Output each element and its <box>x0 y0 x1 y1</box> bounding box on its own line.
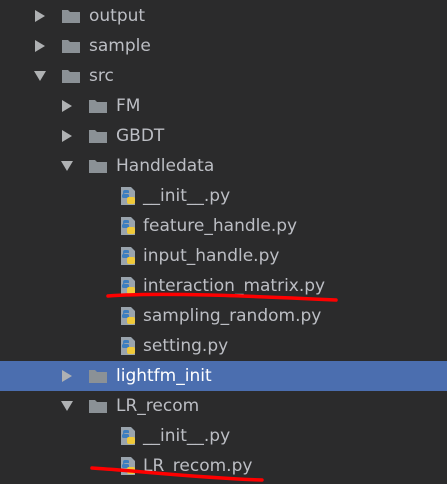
chevron-right-icon[interactable] <box>58 91 76 121</box>
tree-item-setting-py-11[interactable]: setting.py <box>0 331 447 361</box>
tree-item-label: Handledata <box>116 156 215 176</box>
chevron-right-icon[interactable] <box>31 31 49 61</box>
chevron-down-icon[interactable] <box>58 151 76 181</box>
tree-item-sample-1[interactable]: sample <box>0 31 447 61</box>
tree-item-label: output <box>89 6 146 26</box>
tree-item-gbdt-4[interactable]: GBDT <box>0 121 447 151</box>
python-file-icon <box>118 276 138 296</box>
python-file-icon <box>118 186 138 206</box>
tree-item-src-2[interactable]: src <box>0 61 447 91</box>
folder-icon <box>61 6 81 26</box>
tree-item-label: feature_handle.py <box>143 216 298 236</box>
python-file-icon <box>118 336 138 356</box>
tree-item-label: LR_recom.py <box>143 456 253 476</box>
tree-item-label: input_handle.py <box>143 246 280 266</box>
tree-item-label: sampling_random.py <box>143 306 322 326</box>
chevron-down-icon[interactable] <box>31 61 49 91</box>
python-file-icon <box>118 456 138 476</box>
tree-item-label: LR_recom <box>116 396 200 416</box>
python-file-icon <box>118 216 138 236</box>
tree-item-init-py-14[interactable]: __init__.py <box>0 421 447 451</box>
tree-item-label: GBDT <box>116 126 165 146</box>
tree-item-label: __init__.py <box>143 186 231 206</box>
folder-icon <box>88 396 108 416</box>
folder-icon <box>61 36 81 56</box>
python-file-icon <box>118 306 138 326</box>
tree-item-output-0[interactable]: output <box>0 1 447 31</box>
tree-item-label: setting.py <box>143 336 229 356</box>
tree-item-handledata-5[interactable]: Handledata <box>0 151 447 181</box>
tree-item-label: __init__.py <box>143 426 231 446</box>
folder-icon <box>88 96 108 116</box>
python-file-icon <box>118 246 138 266</box>
tree-item-lightfm-init-12[interactable]: lightfm_init <box>0 361 447 391</box>
tree-item-label: sample <box>89 36 151 56</box>
tree-item-fm-3[interactable]: FM <box>0 91 447 121</box>
tree-item-lr-recom-py-15[interactable]: LR_recom.py <box>0 451 447 481</box>
tree-item-sampling-random-py-10[interactable]: sampling_random.py <box>0 301 447 331</box>
tree-item-feature-handle-py-7[interactable]: feature_handle.py <box>0 211 447 241</box>
tree-item-label: FM <box>116 96 141 116</box>
chevron-right-icon[interactable] <box>58 361 76 391</box>
folder-icon <box>88 156 108 176</box>
tree-item-label: lightfm_init <box>116 366 212 386</box>
folder-icon <box>61 66 81 86</box>
tree-item-interaction-matrix-py-9[interactable]: interaction_matrix.py <box>0 271 447 301</box>
tree-item-init-py-6[interactable]: __init__.py <box>0 181 447 211</box>
tree-item-input-handle-py-8[interactable]: input_handle.py <box>0 241 447 271</box>
project-tree: output sample src FM GBDT Handledata __init__.… <box>0 0 447 484</box>
folder-icon <box>88 126 108 146</box>
tree-item-label: src <box>89 66 114 86</box>
tree-item-lr-recom-13[interactable]: LR_recom <box>0 391 447 421</box>
chevron-right-icon[interactable] <box>58 121 76 151</box>
tree-item-label: interaction_matrix.py <box>143 276 326 296</box>
python-file-icon <box>118 426 138 446</box>
chevron-down-icon[interactable] <box>58 391 76 421</box>
chevron-right-icon[interactable] <box>31 1 49 31</box>
folder-icon <box>88 366 108 386</box>
